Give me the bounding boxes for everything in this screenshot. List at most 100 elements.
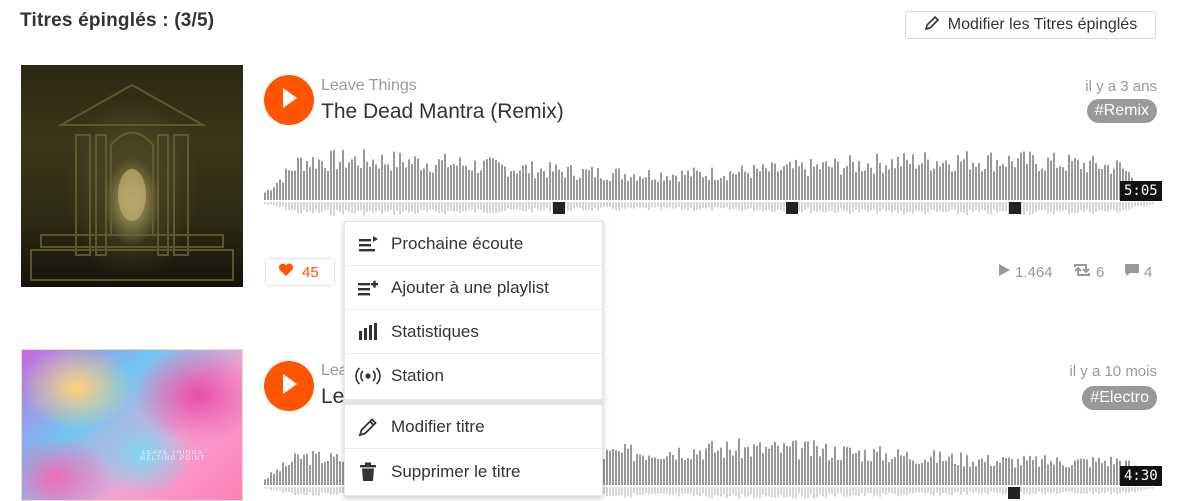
waveform-bar: [777, 171, 779, 200]
waveform-bar: [1017, 458, 1019, 485]
waveform-bar: [774, 163, 776, 200]
track-artist[interactable]: Leave Things: [321, 77, 417, 95]
waveform-bar-reflection: [792, 487, 794, 499]
waveform-bar: [1029, 151, 1031, 200]
waveform-bar-reflection: [939, 487, 941, 496]
waveform-bar-reflection: [1032, 487, 1034, 494]
waveform-bar-reflection: [1110, 487, 1112, 495]
waveform-bar: [363, 149, 365, 200]
waveform-bar: [873, 173, 875, 200]
waveform-bar: [978, 163, 980, 200]
waveform-bar-reflection: [492, 202, 494, 214]
waveform-bar: [306, 161, 308, 200]
waveform-bar: [978, 459, 980, 485]
waveform-bar: [420, 170, 422, 200]
waveform-bar-reflection: [807, 202, 809, 209]
waveform-bar-reflection: [870, 487, 872, 494]
waveform-bar-reflection: [615, 487, 617, 496]
track-title[interactable]: The Dead Mantra (Remix): [321, 100, 564, 124]
waveform-bar: [801, 162, 803, 200]
waveform-bar: [966, 151, 968, 200]
comment-avatar[interactable]: [1008, 487, 1020, 499]
waveform-bar: [993, 465, 995, 485]
track-title[interactable]: Le: [321, 385, 344, 409]
waveform-bar: [1047, 464, 1049, 485]
waveform-bar: [864, 170, 866, 200]
waveform-bar-reflection: [1059, 487, 1061, 493]
waveform-bar-reflection: [945, 202, 947, 213]
waveform-bar-reflection: [468, 202, 470, 211]
menu-item-station[interactable]: Station: [345, 354, 602, 398]
waveform-bar: [834, 158, 836, 200]
waveform-bar-reflection: [753, 202, 755, 212]
like-button[interactable]: 45: [265, 258, 335, 286]
waveform-bar: [1032, 459, 1034, 485]
track-artwork[interactable]: [21, 65, 243, 287]
waveform-bar: [711, 167, 713, 200]
waveform-bar-reflection: [696, 487, 698, 495]
waveform-bar: [279, 471, 281, 485]
waveform-bar-reflection: [624, 202, 626, 209]
waveform-bar-reflection: [933, 487, 935, 496]
waveform-bar-reflection: [1080, 487, 1082, 494]
comment-avatar[interactable]: [786, 202, 798, 214]
edit-pinned-tracks-button[interactable]: Modifier les Titres épinglés: [905, 11, 1156, 39]
waveform-bar-reflection: [579, 202, 581, 208]
waveform-bar-reflection: [1146, 487, 1148, 490]
repost-count[interactable]: 6: [1072, 263, 1104, 281]
waveform-bar-reflection: [1041, 487, 1043, 494]
waveform-bar: [984, 169, 986, 200]
waveform-bar-reflection: [282, 202, 284, 207]
menu-item-add-to-playlist[interactable]: Ajouter à une playlist: [345, 266, 602, 310]
waveform-bar: [393, 151, 395, 200]
menu-item-next-up[interactable]: Prochaine écoute: [345, 222, 602, 266]
waveform-bar-reflection: [1131, 487, 1133, 492]
waveform-bar: [801, 448, 803, 485]
waveform-bar-reflection: [342, 202, 344, 216]
waveform-bar: [321, 161, 323, 200]
waveform-bar: [1032, 155, 1034, 200]
play-button[interactable]: [264, 361, 314, 411]
waveform-bar: [741, 165, 743, 200]
waveform-bar-reflection: [1044, 487, 1046, 495]
menu-item-edit-track[interactable]: Modifier titre: [345, 405, 602, 449]
comment-avatar[interactable]: [553, 202, 565, 214]
track-tag[interactable]: #Electro: [1082, 386, 1157, 410]
waveform-bar: [1083, 458, 1085, 485]
waveform-bar-reflection: [375, 202, 377, 212]
waveform-bar-reflection: [711, 202, 713, 211]
track-artwork[interactable]: LEAVE THINGS MELTING POINT: [21, 349, 243, 501]
waveform-bar-reflection: [666, 202, 668, 209]
waveform-bar: [309, 464, 311, 485]
waveform-bar: [1110, 173, 1112, 200]
waveform-bar-reflection: [963, 202, 965, 213]
waveform-bar: [633, 460, 635, 485]
waveform-bar: [618, 451, 620, 485]
waveform-bar-reflection: [759, 487, 761, 498]
waveform-bar-reflection: [411, 202, 413, 212]
waveform-bar: [936, 161, 938, 200]
waveform-bar: [300, 458, 302, 485]
play-button[interactable]: [264, 75, 314, 125]
waveform-bar: [708, 443, 710, 485]
waveform-bar: [591, 166, 593, 200]
comment-avatar[interactable]: [1009, 202, 1021, 214]
waveform-bar: [960, 161, 962, 200]
waveform-bar-reflection: [990, 202, 992, 215]
waveform-bar: [909, 459, 911, 485]
waveform-bar-reflection: [345, 202, 347, 211]
waveform-bar-reflection: [507, 202, 509, 209]
waveform-bar-reflection: [1125, 487, 1127, 494]
waveform-bar: [603, 459, 605, 485]
menu-item-stats[interactable]: Statistiques: [345, 310, 602, 354]
menu-item-delete-track[interactable]: Supprimer le titre: [345, 450, 602, 494]
waveform-bar: [264, 479, 266, 485]
track-tag[interactable]: #Remix: [1086, 99, 1157, 123]
comment-count[interactable]: 4: [1124, 263, 1152, 281]
waveform[interactable]: [264, 140, 1157, 218]
waveform-bar: [387, 164, 389, 200]
waveform-bar-reflection: [441, 202, 443, 213]
waveform-bar: [1014, 167, 1016, 200]
waveform-bar-reflection: [453, 202, 455, 212]
waveform-bar: [867, 460, 869, 485]
